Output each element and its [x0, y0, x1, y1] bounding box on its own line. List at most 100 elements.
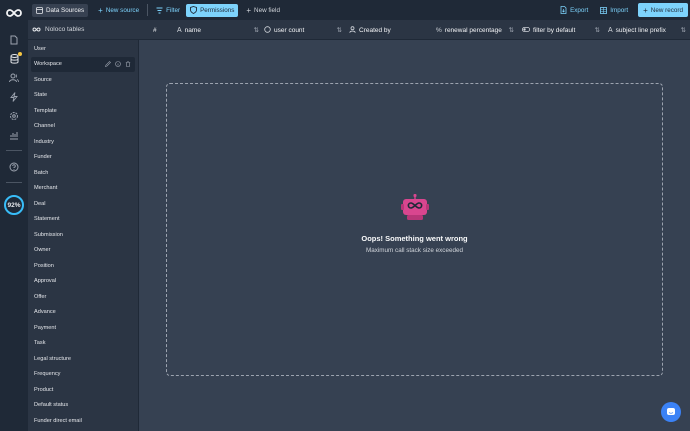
column-created-by[interactable]: Created by [349, 20, 429, 40]
sidebar-item-deal[interactable]: Deal [31, 196, 135, 212]
sidebar-item-label: Template [34, 107, 57, 114]
filter-button[interactable]: Filter [152, 4, 184, 17]
export-label: Export [570, 6, 589, 14]
sidebar-item-approval[interactable]: Approval [31, 274, 135, 290]
sidebar-item-offer[interactable]: Offer [31, 289, 135, 305]
sidebar-item-label: Approval [34, 278, 57, 285]
sidebar-item-label: State [34, 92, 48, 99]
sidebar-item-owner[interactable]: Owner [31, 243, 135, 259]
sort-icon[interactable]: ⇅ [595, 26, 600, 34]
sidebar-item-default-status[interactable]: Default status [31, 398, 135, 414]
column-user-count[interactable]: user count ⇅ [264, 20, 344, 40]
table-list: User Workspace Source State Template Channel I… [31, 41, 135, 429]
help-icon[interactable] [6, 161, 22, 173]
sidebar-item-industry[interactable]: Industry [31, 134, 135, 150]
rail-divider [6, 150, 22, 151]
settings-icon[interactable] [6, 110, 22, 122]
sidebar-item-statement[interactable]: Statement [31, 212, 135, 228]
column-name-label: name [184, 26, 201, 34]
sidebar-item-label: Deal [34, 200, 46, 207]
toolbar-divider [147, 4, 149, 16]
top-toolbar: Data Sources + New source Filter Permiss… [28, 0, 690, 20]
noloco-logo-icon [32, 27, 41, 32]
sidebar-item-label: Industry [34, 138, 54, 145]
sort-icon[interactable]: ⇅ [337, 26, 342, 34]
database-icon[interactable] [6, 52, 22, 65]
notification-dot [18, 52, 22, 56]
text-type-icon: A [608, 26, 613, 34]
filter-icon [156, 7, 163, 13]
new-field-label: New field [254, 6, 280, 14]
column-subject-line-prefix[interactable]: A subject line prefix ⇅ [608, 20, 688, 40]
info-icon[interactable] [115, 60, 121, 67]
pages-icon[interactable] [6, 34, 22, 46]
sort-icon[interactable]: ⇅ [681, 26, 686, 34]
data-sources-tab[interactable]: Data Sources [32, 3, 89, 17]
sidebar-item-label: Source [34, 76, 52, 83]
sidebar-item-label: Owner [34, 247, 51, 254]
user-type-icon [349, 25, 356, 35]
setup-progress-indicator[interactable]: 92% [4, 195, 24, 215]
support-chat-button[interactable] [661, 402, 681, 422]
error-message-block: Oops! Something went wrong Maximum call … [167, 194, 662, 254]
new-field-button[interactable]: + New field [242, 4, 284, 17]
import-button[interactable]: Import [596, 4, 632, 17]
sidebar-item-funder-direct-email[interactable]: Funder direct email [31, 413, 135, 429]
sidebar-item-label: Funder direct email [34, 417, 82, 424]
export-button[interactable]: Export [556, 4, 592, 17]
sidebar-item-frequency[interactable]: Frequency [31, 367, 135, 383]
sidebar-item-batch[interactable]: Batch [31, 165, 135, 181]
sidebar-item-product[interactable]: Product [31, 382, 135, 398]
sidebar-title: Noloco tables [45, 26, 85, 33]
chat-icon [667, 408, 675, 415]
sidebar-item-submission[interactable]: Submission [31, 227, 135, 243]
shield-icon [190, 6, 198, 14]
trash-icon[interactable] [125, 60, 131, 67]
progress-value: 92% [7, 201, 21, 209]
sidebar-item-payment[interactable]: Payment [31, 320, 135, 336]
column-filter-by-default[interactable]: filter by default ⇅ [522, 20, 602, 40]
edit-icon[interactable] [105, 60, 111, 67]
sidebar-item-label: Batch [34, 169, 49, 176]
noloco-logo-icon[interactable] [4, 6, 24, 20]
users-icon[interactable] [6, 72, 22, 84]
analytics-icon[interactable] [6, 129, 22, 141]
new-record-label: New record [650, 6, 683, 14]
new-source-label: New source [105, 6, 140, 14]
new-source-button[interactable]: + New source [94, 4, 143, 17]
sidebar-item-legal-structure[interactable]: Legal structure [31, 351, 135, 367]
plus-icon: + [98, 5, 103, 15]
plus-icon: + [246, 5, 252, 15]
sidebar-item-label: Product [34, 386, 54, 393]
sort-icon[interactable]: ⇅ [509, 26, 514, 34]
sidebar-item-label: Workspace [34, 61, 62, 68]
sidebar-item-state[interactable]: State [31, 88, 135, 104]
column-subject-line-prefix-label: subject line prefix [615, 26, 666, 34]
sidebar-item-position[interactable]: Position [31, 258, 135, 274]
sidebar-item-label: Payment [34, 324, 57, 331]
sidebar-item-workspace[interactable]: Workspace [31, 56, 135, 72]
sidebar-item-channel[interactable]: Channel [31, 119, 135, 135]
filter-label: Filter [166, 6, 181, 14]
sort-icon[interactable]: ⇅ [254, 26, 259, 34]
sidebar-item-source[interactable]: Source [31, 72, 135, 88]
workflows-icon[interactable] [6, 91, 22, 103]
sidebar-item-advance[interactable]: Advance [31, 305, 135, 321]
sidebar-item-label: Frequency [34, 371, 61, 378]
sidebar-item-label: Channel [34, 123, 55, 130]
column-name[interactable]: A name ⇅ [177, 20, 261, 40]
sidebar-item-label: Default status [34, 402, 69, 409]
sidebar-item-funder[interactable]: Funder [31, 150, 135, 166]
sidebar-item-label: User [34, 45, 46, 52]
column-filter-by-default-label: filter by default [533, 26, 576, 34]
column-renewal-percentage[interactable]: % renewal percentage ⇅ [436, 20, 516, 40]
sidebar-item-label: Funder [34, 154, 52, 161]
data-sources-icon [36, 6, 43, 14]
sidebar-item-merchant[interactable]: Merchant [31, 181, 135, 197]
new-record-button[interactable]: + New record [638, 3, 688, 17]
sidebar-item-task[interactable]: Task [31, 336, 135, 352]
import-label: Import [610, 6, 629, 14]
sidebar-item-template[interactable]: Template [31, 103, 135, 119]
sidebar-item-user[interactable]: User [31, 41, 135, 57]
permissions-button[interactable]: Permissions [186, 3, 239, 17]
